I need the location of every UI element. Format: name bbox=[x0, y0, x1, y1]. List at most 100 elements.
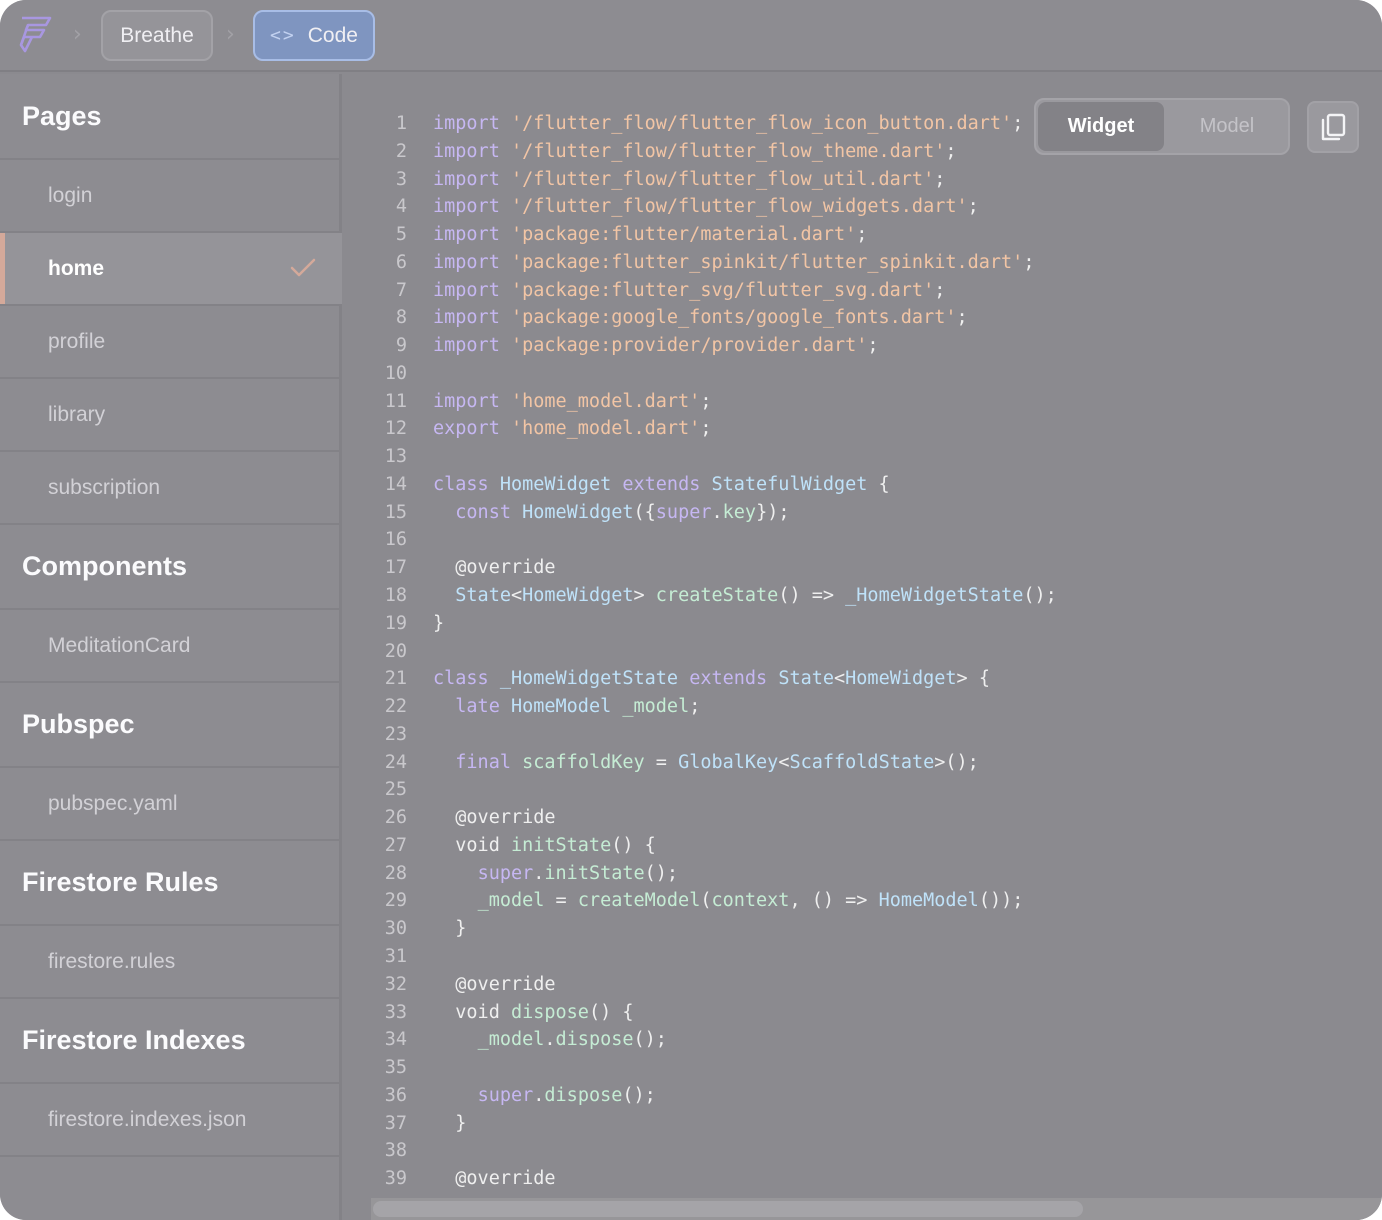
code-line: 23 bbox=[345, 721, 1382, 749]
toggle-widget-option[interactable]: Widget bbox=[1038, 102, 1164, 151]
line-number: 23 bbox=[384, 723, 407, 745]
line-number: 19 bbox=[384, 612, 407, 634]
line-number: 24 bbox=[384, 751, 407, 773]
code-line: 17 @override bbox=[345, 554, 1382, 582]
code-line: 30 } bbox=[345, 915, 1382, 943]
code-line: 6 import 'package:flutter_spinkit/flutter… bbox=[345, 249, 1382, 277]
code-text: late HomeModel _model; bbox=[455, 696, 701, 718]
code-line: 20 bbox=[345, 638, 1382, 666]
sidebar-item-firestore-rules[interactable]: firestore.rules bbox=[0, 926, 342, 999]
breadcrumb-code-label: Code bbox=[307, 23, 358, 47]
code-text: import 'home_model.dart'; bbox=[433, 390, 712, 412]
code-line: 35 bbox=[345, 1054, 1382, 1082]
code-line: 19} bbox=[345, 610, 1382, 638]
line-number: 31 bbox=[384, 945, 407, 967]
breadcrumb-code[interactable]: <> Code bbox=[253, 10, 375, 61]
line-number: 8 bbox=[395, 307, 407, 329]
line-number: 28 bbox=[384, 862, 407, 884]
toggle-model-option[interactable]: Model bbox=[1164, 102, 1290, 151]
code-line: 5 import 'package:flutter/material.dart'; bbox=[345, 221, 1382, 249]
line-number: 37 bbox=[384, 1112, 407, 1134]
code-line: 13 bbox=[345, 443, 1382, 471]
code-line: 25 bbox=[345, 776, 1382, 804]
sidebar-item-meditationcard[interactable]: MeditationCard bbox=[0, 610, 342, 683]
code-text: @override bbox=[433, 973, 556, 995]
sidebar-item-pubspec[interactable]: pubspec.yaml bbox=[0, 768, 342, 841]
code-line: 9 import 'package:provider/provider.dart'… bbox=[345, 332, 1382, 360]
code-line: 8 import 'package:google_fonts/google_fon… bbox=[345, 304, 1382, 332]
code-text: const HomeWidget({super.key}); bbox=[455, 501, 790, 523]
line-number: 14 bbox=[384, 473, 407, 495]
breadcrumb-project-label: Breathe bbox=[120, 23, 194, 47]
chevron-right-icon: › bbox=[226, 22, 235, 47]
code-text: void initState() { bbox=[433, 834, 656, 856]
sidebar-item-login[interactable]: login bbox=[0, 160, 342, 233]
code-line: 11 import 'home_model.dart'; bbox=[345, 388, 1382, 416]
code-text: import 'package:flutter/material.dart'; bbox=[433, 224, 868, 246]
line-number: 15 bbox=[384, 501, 407, 523]
top-bar: › Breathe › <> Code bbox=[0, 0, 1382, 72]
section-heading-pubspec: Pubspec bbox=[0, 683, 342, 768]
code-text: _model = createModel(context, () => Home… bbox=[477, 890, 1024, 912]
code-line: 33 void dispose() { bbox=[345, 999, 1382, 1027]
code-text: @override bbox=[433, 557, 556, 579]
line-number: 21 bbox=[384, 668, 407, 690]
widget-model-toggle: Widget Model bbox=[1034, 98, 1290, 155]
flutterflow-logo-icon[interactable] bbox=[16, 14, 56, 56]
code-text: import 'package:google_fonts/google_font… bbox=[433, 307, 968, 329]
code-line: 27 void initState() { bbox=[345, 832, 1382, 860]
code-line: 36 super.dispose(); bbox=[345, 1082, 1382, 1110]
code-text: super.dispose(); bbox=[477, 1084, 656, 1106]
line-number: 12 bbox=[384, 418, 407, 440]
scrollbar-thumb[interactable] bbox=[373, 1201, 1083, 1217]
code-viewer-window: › Breathe › <> Code Pages login home pro… bbox=[0, 0, 1382, 1220]
code-line: 21 class _HomeWidgetState extends State<H… bbox=[345, 665, 1382, 693]
section-heading-components: Components bbox=[0, 525, 342, 610]
line-number: 13 bbox=[384, 446, 407, 468]
breadcrumb-project[interactable]: Breathe bbox=[101, 10, 213, 61]
code-line: 29 _model = createModel(context, () => H… bbox=[345, 887, 1382, 915]
copy-button[interactable] bbox=[1307, 101, 1359, 153]
sidebar-item-home[interactable]: home bbox=[0, 233, 342, 306]
code-line: 14 class HomeWidget extends StatefulWidge… bbox=[345, 471, 1382, 499]
line-number: 36 bbox=[384, 1084, 407, 1106]
line-number: 5 bbox=[395, 224, 407, 246]
horizontal-scrollbar[interactable] bbox=[371, 1198, 1382, 1220]
line-number: 7 bbox=[395, 279, 407, 301]
code-text: import 'package:provider/provider.dart'; bbox=[433, 335, 879, 357]
code-line: 38 bbox=[345, 1137, 1382, 1165]
code-editor[interactable]: 1 import '/flutter_flow/flutter_flow_icon… bbox=[345, 74, 1382, 1220]
code-text: import 'package:flutter_spinkit/flutter_… bbox=[433, 251, 1035, 273]
sidebar-item-label: home bbox=[48, 256, 105, 280]
code-text: @override bbox=[433, 1168, 556, 1190]
line-number: 1 bbox=[395, 113, 407, 134]
line-number: 16 bbox=[384, 529, 407, 551]
line-number: 20 bbox=[384, 640, 407, 662]
checkmark-icon bbox=[290, 258, 316, 277]
line-number: 29 bbox=[384, 890, 407, 912]
code-text: import 'package:flutter_svg/flutter_svg.… bbox=[433, 279, 946, 301]
code-line: 10 bbox=[345, 360, 1382, 388]
sidebar-item-library[interactable]: library bbox=[0, 379, 342, 452]
code-text: class _HomeWidgetState extends State<Hom… bbox=[433, 668, 990, 690]
line-number: 32 bbox=[384, 973, 407, 995]
sidebar-item-subscription[interactable]: subscription bbox=[0, 452, 342, 525]
code-line: 32 @override bbox=[345, 971, 1382, 999]
line-number: 3 bbox=[395, 168, 407, 190]
code-line: 12 export 'home_model.dart'; bbox=[345, 415, 1382, 443]
line-number: 35 bbox=[384, 1057, 407, 1079]
code-brackets-icon: <> bbox=[270, 25, 296, 46]
code-text: final scaffoldKey = GlobalKey<ScaffoldSt… bbox=[455, 751, 979, 773]
line-number: 6 bbox=[395, 251, 407, 273]
sidebar-item-profile[interactable]: profile bbox=[0, 306, 342, 379]
line-number: 4 bbox=[395, 196, 407, 218]
sidebar-item-firestore-indexes[interactable]: firestore.indexes.json bbox=[0, 1084, 342, 1157]
line-number: 11 bbox=[384, 390, 407, 412]
line-number: 38 bbox=[384, 1140, 407, 1162]
code-text: } bbox=[433, 612, 445, 634]
code-line: 24 final scaffoldKey = GlobalKey<Scaffol… bbox=[345, 749, 1382, 777]
line-number: 10 bbox=[384, 362, 407, 384]
code-line: 15 const HomeWidget({super.key}); bbox=[345, 499, 1382, 527]
code-text: import '/flutter_flow/flutter_flow_util.… bbox=[433, 168, 946, 190]
code-text: class HomeWidget extends StatefulWidget … bbox=[433, 473, 890, 495]
